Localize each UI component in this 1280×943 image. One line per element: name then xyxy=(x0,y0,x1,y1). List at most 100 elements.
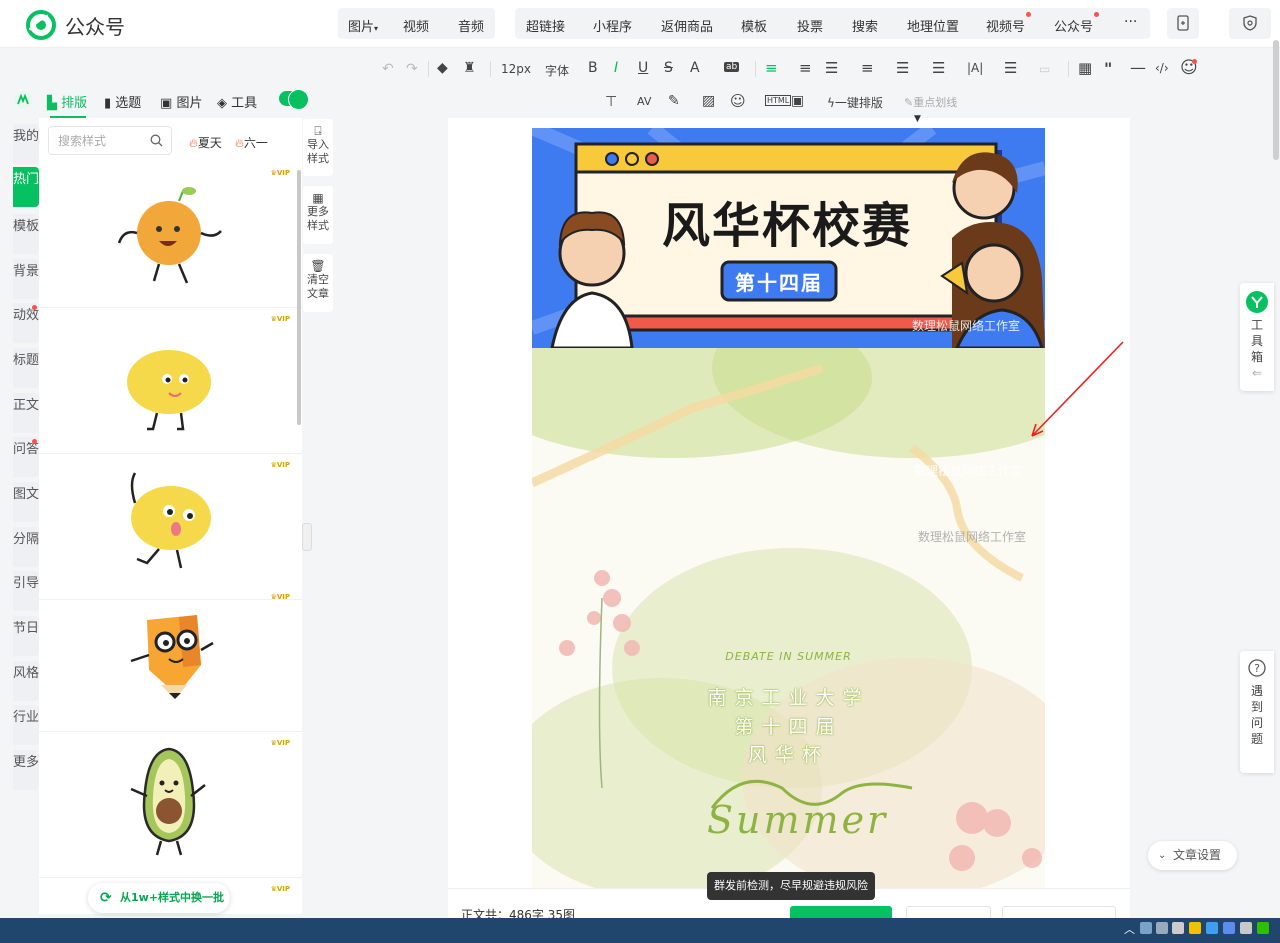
style-search-input[interactable] xyxy=(49,127,144,154)
publish-button[interactable] xyxy=(790,906,892,918)
char-spacing-icon[interactable]: AV xyxy=(637,95,651,108)
italic-button[interactable]: I xyxy=(614,60,618,76)
category-guide[interactable]: 引导 xyxy=(13,571,39,611)
app-tray-icon-1[interactable] xyxy=(1189,922,1201,934)
nav-miniprogram[interactable]: 小程序 xyxy=(593,16,632,35)
category-festival[interactable]: 节日 xyxy=(13,616,39,656)
font-color-button[interactable]: A xyxy=(690,60,700,76)
nav-location[interactable]: 地理位置 xyxy=(907,16,959,35)
eraser-icon[interactable]: ◆ xyxy=(437,60,448,76)
toolbox-icon[interactable]: ▣ xyxy=(791,93,804,109)
tray-chevron-icon[interactable]: ︿ xyxy=(1124,921,1135,937)
clear-article-button[interactable]: 🗑︎ 清空文章 xyxy=(303,254,333,312)
input-method-icon[interactable] xyxy=(1172,922,1184,934)
style-card[interactable]: ♛VIP xyxy=(39,455,302,600)
import-style-button[interactable]: ⍈ 导入样式 xyxy=(303,119,333,176)
nav-audio[interactable]: 音频 xyxy=(458,16,484,35)
style-card[interactable]: ♛VIP xyxy=(39,309,302,454)
nav-official-account[interactable]: 公众号 xyxy=(1054,16,1093,35)
hot-tag-childrens-day[interactable]: 🔥︎六一 xyxy=(235,134,268,151)
tab-topics[interactable]: ▮ 选题 xyxy=(104,92,141,111)
volume-icon[interactable] xyxy=(1156,922,1168,934)
category-animation[interactable]: 动效 xyxy=(13,303,39,343)
tab-tools[interactable]: ◈ 工具 xyxy=(217,92,257,111)
category-background[interactable]: 背景 xyxy=(13,259,39,299)
page-scrollbar[interactable] xyxy=(1273,40,1279,160)
network-icon[interactable] xyxy=(1140,922,1152,934)
align-center-icon[interactable]: ≡ xyxy=(765,59,778,77)
app-tray-icon-3[interactable] xyxy=(1223,922,1235,934)
bold-button[interactable]: B xyxy=(588,60,598,76)
category-templates[interactable]: 模板 xyxy=(13,214,39,254)
nav-image[interactable]: 图片▾ xyxy=(348,16,378,35)
category-mine[interactable]: 我的 xyxy=(13,124,39,164)
panel-toggle[interactable] xyxy=(279,89,309,110)
nav-channels[interactable]: 视频号 xyxy=(986,16,1025,35)
sticker-icon[interactable]: ☺ xyxy=(730,92,746,110)
help-button[interactable]: ? 遇到问题 xyxy=(1240,651,1274,773)
nav-video[interactable]: 视频 xyxy=(403,16,429,35)
line-height-icon[interactable]: ≡ xyxy=(861,59,874,77)
quote-icon[interactable]: " xyxy=(1104,59,1112,78)
category-industry[interactable]: 行业 xyxy=(13,705,39,745)
panel-resize-handle[interactable] xyxy=(302,523,312,551)
nav-vote[interactable]: 投票 xyxy=(797,16,823,35)
list-icon[interactable]: ☰ xyxy=(1004,59,1017,77)
nav-more[interactable]: ··· xyxy=(1124,14,1137,30)
nav-search[interactable]: 搜索 xyxy=(852,16,878,35)
magic-icon[interactable]: ✎ xyxy=(668,93,680,109)
tab-images[interactable]: ▣ 图片 xyxy=(160,92,202,111)
category-divider[interactable]: 分隔 xyxy=(13,527,39,567)
letter-spacing-icon[interactable]: |A| xyxy=(967,61,983,75)
indent-icon[interactable]: ≡ xyxy=(799,59,812,77)
style-panel-scrollbar[interactable] xyxy=(297,170,301,425)
paragraph-after-icon[interactable]: ☰ xyxy=(932,59,945,77)
security-button[interactable] xyxy=(1229,8,1271,39)
style-card[interactable]: ♛VIP xyxy=(39,733,302,878)
category-graphic[interactable]: 图文 xyxy=(13,482,39,522)
underline-button[interactable]: U xyxy=(638,60,648,76)
table-icon[interactable]: ▦ xyxy=(1078,59,1092,77)
category-style[interactable]: 风格 xyxy=(13,661,39,701)
category-body[interactable]: 正文 xyxy=(13,393,39,433)
category-more[interactable]: 更多 xyxy=(13,750,39,790)
collapse-arrow-icon[interactable]: ▼ xyxy=(914,114,921,124)
hot-tag-summer[interactable]: 🔥︎夏天 xyxy=(189,134,222,151)
nav-hyperlink[interactable]: 超链接 xyxy=(526,16,565,35)
border-icon[interactable]: ▭ xyxy=(1039,62,1050,76)
undo-icon[interactable]: ↶ xyxy=(382,61,394,77)
redo-icon[interactable]: ↷ xyxy=(406,61,418,77)
save-draft-button[interactable] xyxy=(906,906,991,918)
highlight-color-icon[interactable]: ab xyxy=(724,62,740,72)
preview-bottom-button[interactable] xyxy=(1002,906,1116,918)
paragraph-before-icon[interactable]: ☰ xyxy=(896,59,909,77)
style-card[interactable]: ♛VIP xyxy=(39,587,302,732)
search-icon[interactable] xyxy=(150,134,163,147)
preview-button[interactable] xyxy=(1167,8,1199,39)
code-icon[interactable]: ‹/› xyxy=(1155,61,1169,75)
format-painter-icon[interactable]: ♜ xyxy=(463,60,476,76)
article-settings-button[interactable]: ⌄ 文章设置 xyxy=(1148,841,1237,870)
toolbox-panel-button[interactable]: 工具箱 ⇐ xyxy=(1240,283,1274,391)
oneclick-layout-button[interactable]: ϟ一键排版 xyxy=(827,94,883,111)
divider-line-icon[interactable]: — xyxy=(1130,58,1146,77)
nav-template[interactable]: 模板 xyxy=(741,16,767,35)
tab-layout[interactable]: ▙ 排版 xyxy=(47,92,87,111)
font-size-select[interactable]: 12px xyxy=(501,62,531,76)
steam-icon[interactable] xyxy=(1240,922,1252,934)
nav-affiliate[interactable]: 返佣商品 xyxy=(661,16,713,35)
key-underline-button[interactable]: ✎重点划线 xyxy=(904,94,957,110)
style-card[interactable]: ♛VIP xyxy=(39,163,302,308)
more-styles-button[interactable]: ▦ 更多样式 xyxy=(303,186,333,244)
image-insert-icon[interactable]: ▨ xyxy=(702,93,715,109)
app-tray-icon-2[interactable] xyxy=(1206,922,1218,934)
swap-styles-button[interactable]: ⟳ 从1w+样式中换一批 xyxy=(88,883,230,913)
article-content[interactable]: 风华杯校赛 第十四届 数理松鼠网络工作室 数理松鼠网络工作室 数理松鼠网络工作室… xyxy=(532,128,1045,888)
category-hot[interactable]: 热门 xyxy=(13,167,39,207)
category-title[interactable]: 标题 xyxy=(13,348,39,388)
text-direction-icon[interactable]: ⊤ xyxy=(605,94,617,110)
wechat-tray-icon[interactable] xyxy=(1257,922,1269,934)
paragraph-spacing-icon[interactable]: ☰ xyxy=(825,59,838,77)
html-icon[interactable]: HTML xyxy=(765,95,792,106)
font-family-select[interactable]: 字体 xyxy=(545,62,569,79)
